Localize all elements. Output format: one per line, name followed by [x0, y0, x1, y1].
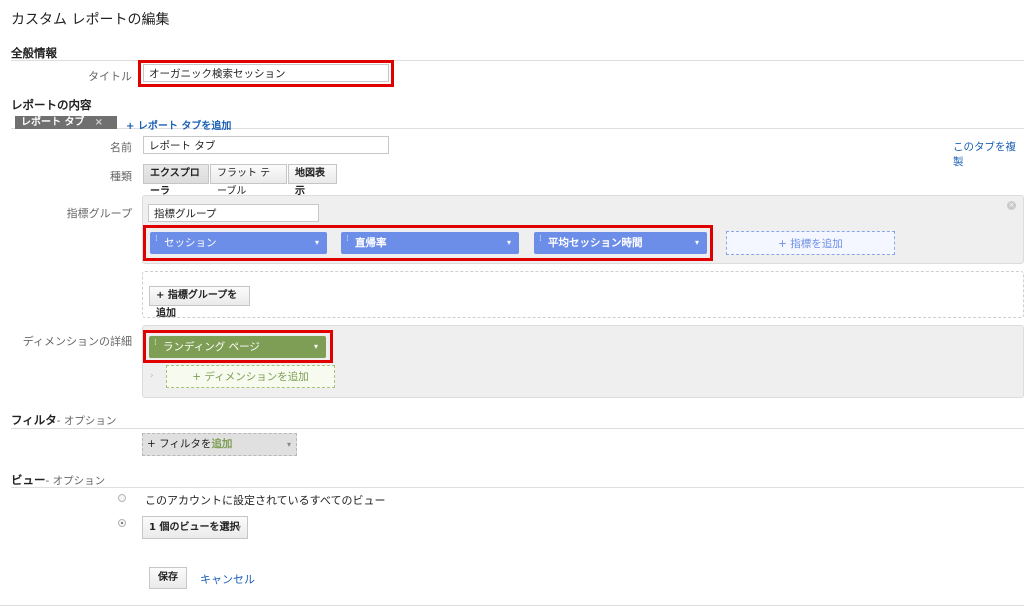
metric-pill-sessions[interactable]: ⁞ セッション ▾: [150, 232, 327, 254]
new-metric-group-panel: [142, 271, 1024, 318]
add-filter-accent: 追加: [211, 438, 233, 450]
chevron-down-icon: ▾: [286, 440, 291, 449]
drag-handle-icon[interactable]: ⁞: [154, 339, 157, 348]
title-label: タイトル: [88, 70, 132, 83]
nested-arrow-icon: ›: [150, 371, 154, 381]
report-tab-label: レポート タブ: [21, 117, 85, 128]
filter-heading: フィルタ- オプション: [11, 412, 116, 428]
metric-pill-bounce-rate[interactable]: ⁞ 直帰率 ▾: [341, 232, 519, 254]
add-tab-link[interactable]: + レポート タブを追加: [126, 117, 231, 132]
metric-group-name-input[interactable]: 指標グループ: [148, 204, 319, 222]
dimension-pill-label: ランディング ページ: [163, 341, 260, 353]
metric-label: セッション: [164, 237, 217, 249]
chevron-down-icon[interactable]: ▾: [315, 232, 319, 254]
metric-pill-avg-session-duration[interactable]: ⁞ 平均セッション時間 ▾: [534, 232, 707, 254]
type-map-button[interactable]: 地図表示: [288, 164, 337, 197]
view-optional: - オプション: [45, 475, 106, 487]
chevron-down-icon[interactable]: ▾: [507, 232, 511, 254]
divider: [11, 487, 1024, 488]
duplicate-tab-link[interactable]: このタブを複製: [953, 139, 1024, 169]
dimension-pill-landing-page[interactable]: ⁞ ランディング ページ ▾: [149, 336, 326, 358]
drag-handle-icon[interactable]: ⁞: [346, 235, 349, 244]
divider: [0, 605, 1024, 606]
add-filter-prefix: + フィルタを: [147, 438, 212, 450]
metric-label: 直帰率: [355, 237, 387, 249]
filter-optional: - オプション: [56, 415, 117, 427]
chevron-down-icon[interactable]: ▾: [695, 232, 699, 254]
name-label: 名前: [110, 141, 132, 154]
dimension-label: ディメンションの詳細: [22, 335, 132, 348]
page-title: カスタム レポートの編集: [11, 12, 170, 28]
view-heading-label: ビュー: [11, 473, 46, 487]
add-filter-button[interactable]: + フィルタを追加 ▾: [142, 433, 297, 456]
divider: [11, 428, 1024, 429]
general-heading: 全般情報: [11, 46, 57, 60]
select-view-dropdown[interactable]: 1 個のビューを選択 ▾: [142, 516, 248, 539]
add-dimension-button[interactable]: + ディメンションを追加: [166, 365, 335, 388]
radio-all-views[interactable]: [118, 494, 126, 502]
save-button[interactable]: 保存: [149, 567, 187, 589]
title-input[interactable]: オーガニック検索セッション: [143, 64, 389, 82]
type-label: 種類: [110, 170, 132, 183]
remove-group-icon[interactable]: ×: [1007, 201, 1016, 210]
select-view-label: 1 個のビューを選択: [149, 522, 240, 533]
name-input[interactable]: レポート タブ: [143, 136, 389, 154]
type-flat-table-button[interactable]: フラット テーブル: [210, 164, 287, 197]
add-metric-button[interactable]: + 指標を追加: [726, 231, 895, 255]
view-heading: ビュー- オプション: [11, 472, 105, 488]
metric-label: 平均セッション時間: [548, 237, 643, 249]
add-metric-group-button[interactable]: + 指標グループを追加: [149, 286, 250, 319]
all-views-label: このアカウントに設定されているすべてのビュー: [145, 494, 386, 507]
close-icon[interactable]: ×: [95, 116, 103, 129]
chevron-down-icon[interactable]: ▾: [314, 336, 318, 358]
report-tab[interactable]: レポート タブ ×: [15, 116, 117, 129]
type-explorer-button[interactable]: エクスプローラ: [143, 164, 209, 197]
metric-group-label: 指標グループ: [66, 207, 132, 220]
drag-handle-icon[interactable]: ⁞: [539, 235, 542, 244]
drag-handle-icon[interactable]: ⁞: [155, 235, 158, 244]
content-heading: レポートの内容: [11, 98, 92, 112]
chevron-down-icon: ▾: [236, 523, 241, 532]
radio-select-view[interactable]: [118, 519, 126, 527]
filter-heading-label: フィルタ: [11, 413, 57, 427]
cancel-link[interactable]: キャンセル: [200, 571, 255, 587]
